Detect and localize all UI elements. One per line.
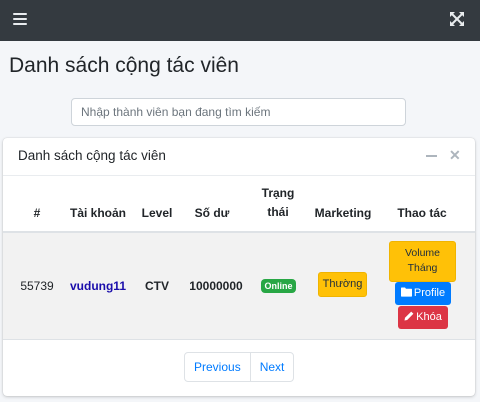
top-navbar xyxy=(0,0,480,41)
volume-month-button[interactable]: Volume Tháng xyxy=(389,241,456,282)
page-title: Danh sách cộng tác viên xyxy=(9,54,239,77)
marketing-thuong-button[interactable]: Thường xyxy=(318,272,367,297)
next-page-button[interactable]: Next xyxy=(249,353,294,381)
table-row-divider xyxy=(3,339,475,340)
lock-button[interactable]: Khóa xyxy=(398,306,448,329)
column-header-marketing: Marketing xyxy=(314,206,372,220)
card-divider xyxy=(3,175,475,176)
fullscreen-icon[interactable] xyxy=(450,12,464,26)
lock-button-label: Khóa xyxy=(416,311,442,323)
hamburger-menu-icon[interactable] xyxy=(13,12,27,26)
column-header-status-line1: Trạng xyxy=(261,186,295,200)
row-level: CTV xyxy=(145,279,169,293)
column-header-index: # xyxy=(33,206,41,220)
volume-month-label-line2: Tháng xyxy=(407,262,438,274)
column-header-actions: Thao tác xyxy=(397,206,447,220)
row-balance: 10000000 xyxy=(189,279,243,293)
column-header-status-line2: thái xyxy=(267,205,289,219)
pagination: Previous Next xyxy=(184,352,295,382)
collaborator-card: Danh sách cộng tác viên ✕ # Tài khoản Le… xyxy=(3,138,475,396)
volume-month-label-line1: Volume xyxy=(404,247,441,259)
profile-button-label: Profile xyxy=(413,287,446,299)
status-badge: Online xyxy=(261,279,296,293)
card-title: Danh sách cộng tác viên xyxy=(18,148,166,163)
search-input[interactable] xyxy=(71,98,406,126)
column-header-status: Trạng thái xyxy=(253,184,303,222)
column-header-level: Level xyxy=(141,206,173,220)
previous-page-button[interactable]: Previous xyxy=(185,353,250,381)
close-icon[interactable]: ✕ xyxy=(449,148,461,162)
folder-icon xyxy=(400,287,412,297)
row-id: 55739 xyxy=(20,279,54,293)
row-account-link[interactable]: vudung11 xyxy=(65,279,131,293)
minus-icon[interactable] xyxy=(426,155,437,157)
profile-button[interactable]: Profile xyxy=(395,282,451,305)
column-header-balance: Số dư xyxy=(194,206,230,220)
pencil-icon xyxy=(404,311,414,321)
column-header-account: Tài khoản xyxy=(69,206,126,220)
